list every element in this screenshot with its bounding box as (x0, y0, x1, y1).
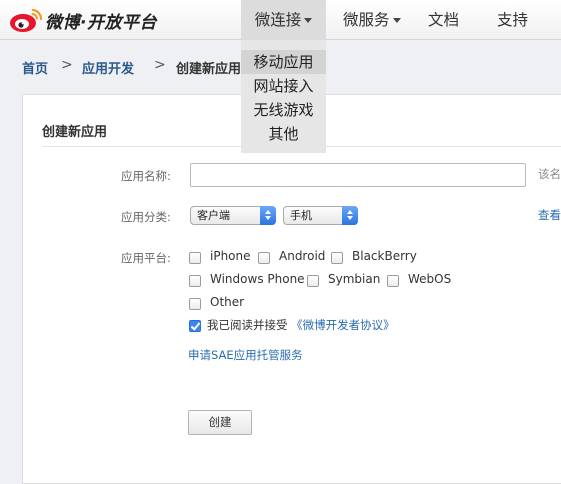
create-button[interactable]: 创建 (188, 410, 252, 435)
sae-hosting-link[interactable]: 申请SAE应用托管服务 (188, 347, 303, 363)
platform-label-webos: WebOS (408, 272, 452, 286)
category-view-link[interactable]: 查看 (538, 207, 561, 223)
app-platform-label: 应用平台: (121, 251, 171, 265)
nav-item-micro-service[interactable]: 微服务 (343, 0, 401, 40)
breadcrumb-home[interactable]: 首页 (22, 58, 48, 77)
platform-checkbox-android[interactable] (258, 252, 270, 264)
top-bar: 微博·开放平台 微连接 微服务 文档 支持 (0, 0, 561, 40)
app-category-label: 应用分类: (121, 210, 171, 224)
platform-checkbox-windows-phone[interactable] (189, 275, 201, 287)
platform-checkbox-webos[interactable] (387, 275, 399, 287)
app-name-input[interactable] (190, 163, 526, 187)
platform-checkbox-iphone[interactable] (189, 252, 201, 264)
nav-item-micro-connect[interactable]: 微连接 (241, 0, 326, 40)
category-secondary-select[interactable]: 手机 (283, 206, 358, 225)
select-value: 手机 (290, 209, 312, 222)
micro-connect-dropdown: 移动应用 网站接入 无线游戏 其他 (241, 40, 326, 153)
select-arrows-icon (260, 206, 276, 225)
nav-item-label: 文档 (428, 11, 460, 29)
breadcrumb-app-dev[interactable]: 应用开发 (82, 58, 134, 77)
breadcrumb-separator: > (154, 57, 166, 73)
dropdown-item-website[interactable]: 网站接入 (241, 74, 326, 98)
nav-item-label: 微服务 (343, 11, 390, 29)
platform-checkbox-blackberry[interactable] (331, 252, 343, 264)
caret-down-icon (304, 18, 313, 23)
nav-item-support[interactable]: 支持 (497, 0, 528, 40)
nav-item-label: 微连接 (254, 11, 302, 29)
platform-label-blackberry: BlackBerry (352, 249, 417, 263)
section-title: 创建新应用 (42, 125, 108, 140)
platform-checkbox-other[interactable] (189, 298, 201, 310)
dropdown-item-other[interactable]: 其他 (241, 122, 326, 146)
platform-label-symbian: Symbian (328, 272, 381, 286)
agree-text: 我已阅读并接受 《微博开发者协议》 (207, 317, 395, 333)
breadcrumb-separator: > (61, 57, 73, 73)
platform-label-iphone: iPhone (210, 249, 251, 263)
nav-item-label: 支持 (497, 11, 529, 29)
platform-label-windows-phone: Windows Phone (210, 272, 305, 286)
select-value: 客户端 (197, 209, 230, 222)
weibo-logo-icon (10, 8, 43, 32)
select-arrows-icon (342, 206, 358, 225)
nav-item-docs[interactable]: 文档 (428, 0, 459, 40)
platform-label-android: Android (279, 249, 326, 263)
category-primary-select[interactable]: 客户端 (190, 206, 276, 225)
app-name-hint: 该名 (538, 167, 561, 181)
developer-agreement-link[interactable]: 《微博开发者协议》 (291, 318, 395, 332)
platform-label-other: Other (210, 295, 245, 309)
dropdown-item-mobile-app[interactable]: 移动应用 (241, 50, 326, 74)
platform-checkbox-symbian[interactable] (307, 275, 319, 287)
app-name-label: 应用名称: (121, 169, 171, 183)
logo[interactable]: 微博·开放平台 (8, 5, 157, 35)
breadcrumb-current: 创建新应用 (176, 62, 242, 77)
agree-label: 我已阅读并接受 (207, 318, 288, 332)
dropdown-item-wireless-game[interactable]: 无线游戏 (241, 98, 326, 122)
agree-checkbox[interactable] (189, 320, 201, 332)
caret-down-icon (392, 18, 401, 23)
logo-text: 微博·开放平台 (45, 12, 157, 33)
